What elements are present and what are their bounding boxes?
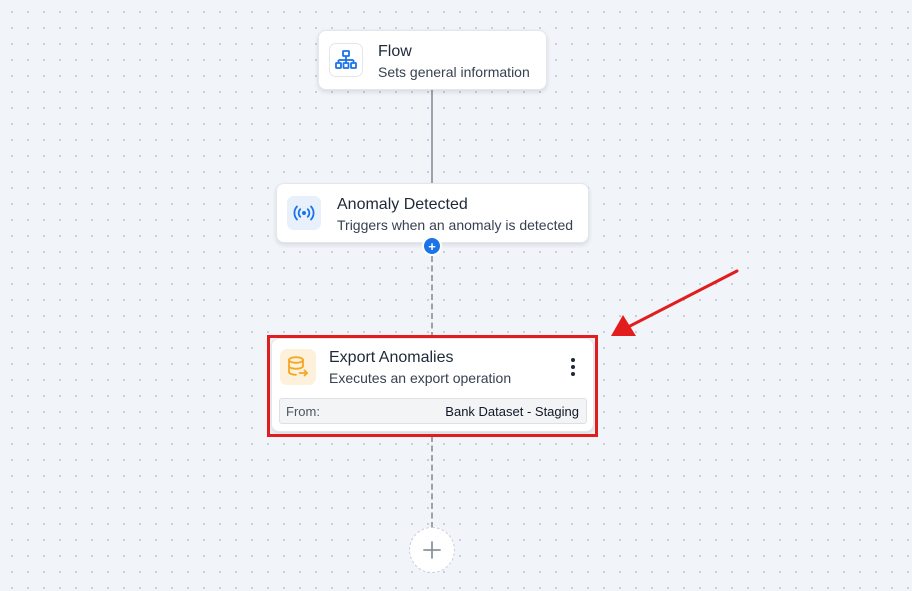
annotation-arrow [611, 269, 739, 336]
anomaly-detected-node[interactable]: Anomaly Detected Triggers when an anomal… [276, 183, 589, 243]
sitemap-icon [329, 43, 363, 77]
annotation-highlight-box [267, 335, 598, 437]
anomaly-detected-subtitle: Triggers when an anomaly is detected [337, 217, 574, 233]
flow-node[interactable]: Flow Sets general information [318, 30, 547, 90]
flow-node-subtitle: Sets general information [378, 64, 530, 80]
flow-node-title: Flow [378, 43, 412, 60]
broadcast-signal-icon [287, 196, 321, 230]
plus-icon [423, 541, 441, 559]
connector-flow-to-anomaly [431, 90, 433, 184]
add-step-button[interactable] [409, 527, 455, 573]
connector-export-to-add [431, 436, 433, 528]
add-step-badge[interactable]: + [422, 236, 442, 256]
anomaly-detected-title: Anomaly Detected [337, 196, 468, 213]
connector-anomaly-to-export [431, 256, 433, 338]
